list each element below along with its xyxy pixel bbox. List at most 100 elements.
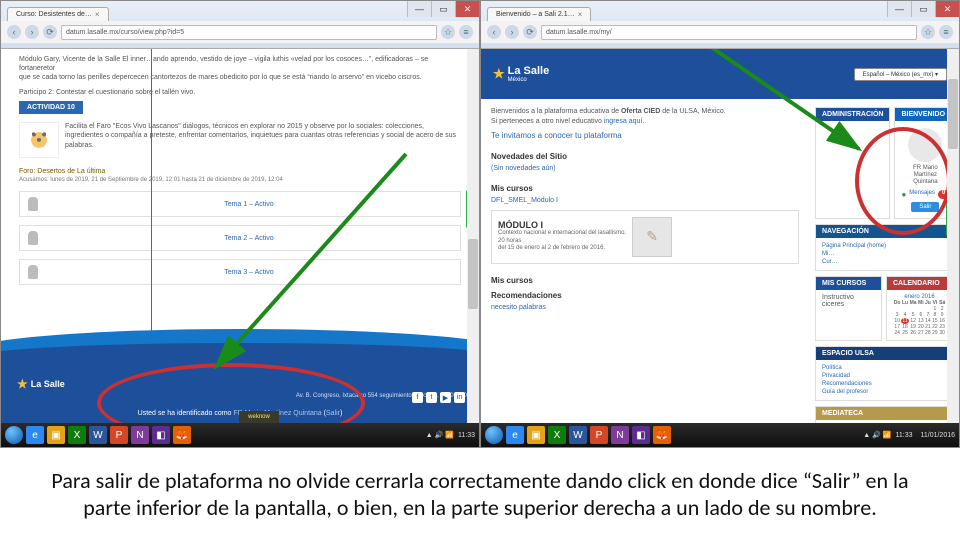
ie-icon[interactable]: e [26, 426, 44, 444]
topic-link[interactable]: Tema 1 – Activo [46, 201, 452, 208]
onenote-icon[interactable]: N [131, 426, 149, 444]
messages-label[interactable]: Mensajes [909, 190, 935, 199]
start-button[interactable] [485, 426, 503, 444]
salir-link-footer[interactable]: Salir [326, 410, 340, 417]
course-link[interactable]: DFL_SMEL_Módulo I [491, 197, 799, 204]
reload-button[interactable]: ⟳ [43, 25, 57, 39]
nav-item[interactable]: Cur… [822, 258, 946, 266]
system-tray: ▲ 🔊 📶 11:3311/01/2016 [863, 431, 955, 439]
browser-tab[interactable]: Curso: Desistentes de… × [7, 7, 109, 21]
course-card[interactable]: MÓDULO I Contexto nacional e internacion… [491, 210, 799, 264]
reload-button[interactable]: ⟳ [523, 25, 537, 39]
level-link[interactable]: ingresa aquí [604, 118, 643, 125]
sidebar: ADMINISTRACIÓN BIENVENIDO FR Mario Martí… [809, 99, 959, 425]
novedades-heading: Novedades del Sitio [491, 152, 799, 161]
taskbar: e ▣ X W P N ◧ 🦊 ▲ 🔊 📶 11:3311/01/2016 [481, 423, 959, 447]
topic-link[interactable]: Tema 3 – Activo [46, 269, 452, 276]
slide-caption: Para salir de plataforma no olvide cerra… [0, 448, 960, 540]
nav-item[interactable]: Mi… [822, 250, 946, 258]
folder-icon[interactable]: ▣ [47, 426, 65, 444]
topic-item[interactable]: Tema 1 – Activo [19, 191, 461, 217]
espacio-card: ESPACIO ULSA Política Privacidad Recomen… [815, 346, 953, 401]
excel-icon[interactable]: X [68, 426, 86, 444]
forum-header[interactable]: Foro: Desertos de La última [19, 168, 461, 175]
back-button[interactable]: ‹ [7, 25, 21, 39]
social-icons: f t ▶ in [412, 392, 465, 403]
youtube-icon[interactable]: ▶ [440, 392, 451, 403]
salir-button-sidebar[interactable]: Salir [911, 202, 939, 212]
page-content-right: ★ La SalleMéxico Español – México (es_mx… [481, 49, 959, 425]
card-header: MEDIATECA [816, 407, 952, 420]
esp-link[interactable]: Guía del profesor [822, 388, 946, 396]
bookmark-icon[interactable]: ☆ [921, 25, 935, 39]
actividad-badge: ACTIVIDAD 10 [19, 101, 83, 114]
bulb-icon [28, 231, 38, 245]
nav-item[interactable]: Página Principal (home) [822, 242, 946, 250]
course-desc: Contexto nacional e internacional del la… [498, 230, 626, 238]
miscursos-body[interactable]: Instructivo ciceres [816, 290, 881, 312]
body-text: que se cada torno las perilles depercece… [19, 73, 461, 82]
close-button[interactable]: ✕ [455, 1, 479, 17]
twitter-icon[interactable]: t [426, 392, 437, 403]
app-icon[interactable]: ◧ [632, 426, 650, 444]
browser-tab[interactable]: Bienvenido – a Sali 2.1… × [487, 7, 591, 21]
esp-item[interactable]: Privacidad [822, 372, 946, 380]
app-icon[interactable]: ◧ [152, 426, 170, 444]
esp-item[interactable]: Recomendaciones [822, 380, 946, 388]
calendar-card: CALENDARIO enero 2016 DoLuMaMiJuViSá 12 … [886, 276, 953, 341]
calendar-grid[interactable]: DoLuMaMiJuViSá 12 3456789 10111213141516… [893, 300, 946, 336]
address-bar[interactable]: datum.lasalle.mx/my/ [541, 25, 917, 40]
weknow-badge: weknow [239, 411, 279, 423]
card-header: MIS CURSOS [816, 277, 881, 290]
miscursos-card: MIS CURSOS Instructivo ciceres [815, 276, 882, 341]
scrollbar-thumb[interactable] [948, 79, 958, 149]
forum-intro: Facilita el Faro "Ecos Vivo Lascanos" di… [65, 122, 461, 149]
bulb-icon [28, 265, 38, 279]
maximize-button[interactable]: ▭ [911, 1, 935, 17]
scrollbar-thumb[interactable] [468, 239, 478, 309]
linkedin-icon[interactable]: in [454, 392, 465, 403]
nav-card: NAVEGACIÓN Página Principal (home) Mi… C… [815, 224, 953, 271]
scrollbar[interactable] [947, 49, 959, 423]
screenshot-left: ― ▭ ✕ Curso: Desistentes de… × ‹ › ⟳ dat… [0, 0, 480, 448]
scrollbar[interactable] [467, 49, 479, 423]
back-button[interactable]: ‹ [487, 25, 501, 39]
ie-icon[interactable]: e [506, 426, 524, 444]
close-tab-icon[interactable]: × [95, 10, 100, 19]
close-button[interactable]: ✕ [935, 1, 959, 17]
onenote-icon[interactable]: N [611, 426, 629, 444]
menu-icon[interactable]: ≡ [459, 25, 473, 39]
forward-button[interactable]: › [25, 25, 39, 39]
rec-heading: Recomendaciones [491, 291, 799, 300]
user-name: FR Mario Martínez Quintana [901, 165, 949, 187]
window-controls: ― ▭ ✕ [887, 1, 959, 17]
avatar [908, 128, 942, 162]
esp-item[interactable]: Política [822, 364, 946, 372]
powerpoint-icon[interactable]: P [590, 426, 608, 444]
firefox-icon[interactable]: 🦊 [653, 426, 671, 444]
close-tab-icon[interactable]: × [578, 10, 583, 19]
word-icon[interactable]: W [569, 426, 587, 444]
start-button[interactable] [5, 426, 23, 444]
course-title: MÓDULO I [498, 220, 626, 230]
folder-icon[interactable]: ▣ [527, 426, 545, 444]
topic-item[interactable]: Tema 3 – Activo [19, 259, 461, 285]
facebook-icon[interactable]: f [412, 392, 423, 403]
forward-button[interactable]: › [505, 25, 519, 39]
topic-link[interactable]: Tema 2 – Activo [46, 235, 452, 242]
firefox-icon[interactable]: 🦊 [173, 426, 191, 444]
course-hours: 20 horas [498, 238, 626, 246]
excel-icon[interactable]: X [548, 426, 566, 444]
powerpoint-icon[interactable]: P [110, 426, 128, 444]
minimize-button[interactable]: ― [407, 1, 431, 17]
language-selector[interactable]: Español – México (es_mx) ▾ [854, 68, 947, 81]
menu-icon[interactable]: ≡ [939, 25, 953, 39]
maximize-button[interactable]: ▭ [431, 1, 455, 17]
minimize-button[interactable]: ― [887, 1, 911, 17]
bulb-icon [28, 197, 38, 211]
bookmark-icon[interactable]: ☆ [441, 25, 455, 39]
course-dates: del 15 de enero al 2 de febrero de 2016. [498, 245, 626, 253]
topic-item[interactable]: Tema 2 – Activo [19, 225, 461, 251]
address-bar[interactable]: datum.lasalle.mx/curso/view.php?id=5 [61, 25, 437, 40]
word-icon[interactable]: W [89, 426, 107, 444]
